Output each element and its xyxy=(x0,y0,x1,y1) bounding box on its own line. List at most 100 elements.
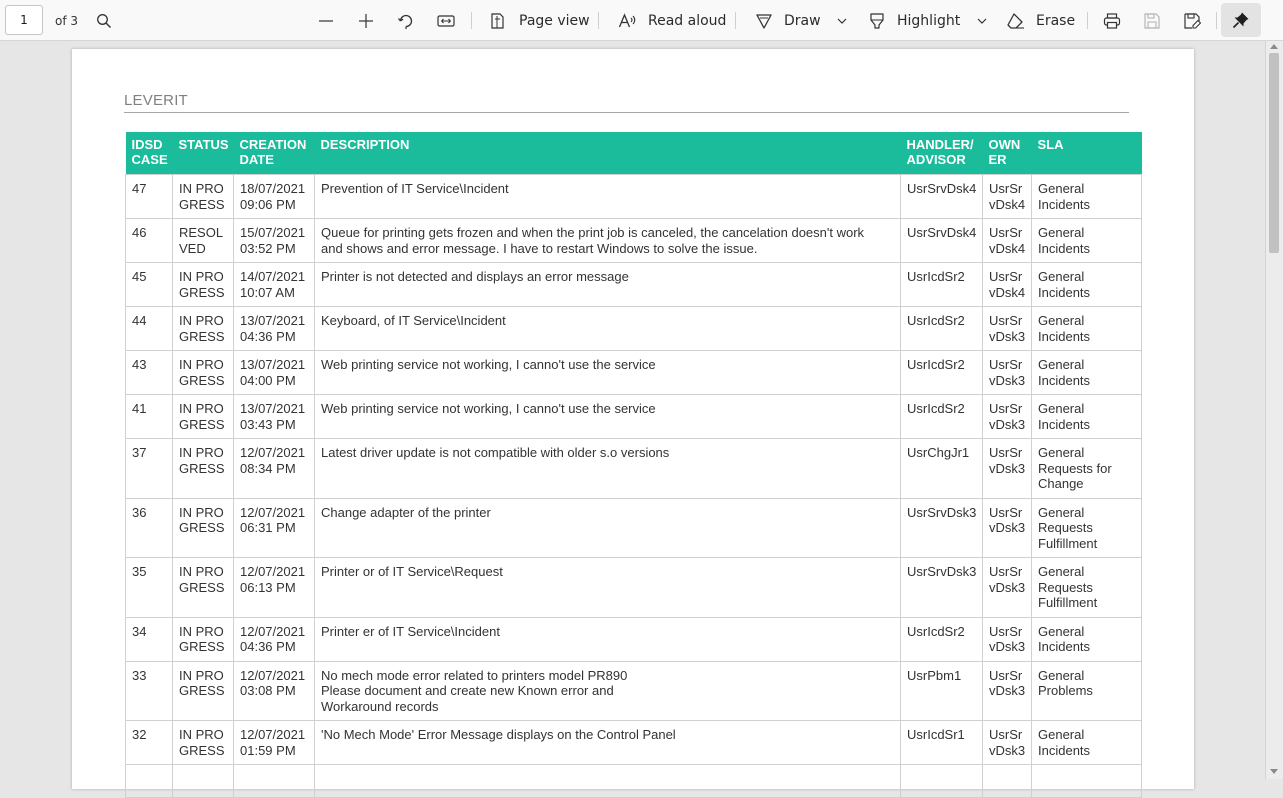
draw-icon xyxy=(754,11,774,31)
cell-owner: UsrSr vDsk3 xyxy=(982,306,1032,351)
column-header-status: STATUS xyxy=(172,132,234,175)
cell-description: Queue for printing gets frozen and when … xyxy=(314,218,901,263)
save-button[interactable] xyxy=(1142,0,1162,41)
erase-button[interactable]: Erase xyxy=(1006,0,1075,41)
table-row: 45 IN PRO GRESS 14/07/2021 10:07 AM Printer… xyxy=(125,262,1142,307)
table-row: 35 IN PRO GRESS 12/07/2021 06:13 PM Printer… xyxy=(125,557,1142,618)
save-as-button[interactable] xyxy=(1182,0,1202,41)
scroll-thumb[interactable] xyxy=(1269,53,1279,253)
pin-icon xyxy=(1231,10,1251,30)
pdf-page: LEVERIT IDSD CASE STATUS CREATION DATE D… xyxy=(72,49,1194,798)
cell-handler: UsrIcdSr2 xyxy=(900,350,983,395)
zoom-in-button[interactable] xyxy=(356,0,376,41)
cell-description xyxy=(314,764,901,798)
cell-sla: General Incidents xyxy=(1031,350,1142,395)
cell-creation-date: 12/07/2021 06:31 PM xyxy=(233,497,315,558)
cell-status: IN PRO GRESS xyxy=(172,306,234,351)
cell-handler: UsrSrvDsk4 xyxy=(900,218,983,263)
zoom-out-button[interactable] xyxy=(316,0,336,41)
cell-owner: UsrSr vDsk3 xyxy=(982,557,1032,618)
cell-handler: UsrIcdSr2 xyxy=(900,306,983,351)
cell-sla: General Incidents xyxy=(1031,394,1142,439)
highlight-options-dropdown[interactable] xyxy=(972,0,992,41)
cell-status: IN PRO GRESS xyxy=(172,350,234,395)
fit-width-icon xyxy=(436,11,456,31)
table-row: 36 IN PRO GRESS 12/07/2021 06:31 PM Change … xyxy=(125,497,1142,558)
rotate-button[interactable] xyxy=(396,0,416,41)
cell-sla: General Incidents xyxy=(1031,306,1142,351)
rotate-icon xyxy=(396,11,416,31)
cell-handler: UsrIcdSr2 xyxy=(900,262,983,307)
cell-creation-date: 12/07/2021 04:36 PM xyxy=(233,616,315,662)
cell-owner: UsrSr vDsk4 xyxy=(982,174,1032,219)
read-aloud-label: Read aloud xyxy=(648,12,727,29)
highlight-button[interactable]: Highlight xyxy=(867,0,960,41)
page-number-input[interactable] xyxy=(5,5,43,35)
draw-button[interactable]: Draw xyxy=(754,0,821,41)
fit-width-button[interactable] xyxy=(436,0,456,41)
cell-description: Latest driver update is not compatible w… xyxy=(314,438,901,499)
cell-description: 'No Mech Mode' Error Message displays on… xyxy=(314,720,901,765)
cell-owner: UsrSr vDsk3 xyxy=(982,438,1032,499)
cell-case xyxy=(125,764,173,798)
cell-sla: General Problems xyxy=(1031,660,1142,721)
draw-label: Draw xyxy=(784,12,821,29)
cell-case: 46 xyxy=(125,218,173,263)
cell-handler: UsrSrvDsk4 xyxy=(900,174,983,219)
pin-toolbar-button[interactable] xyxy=(1221,3,1261,37)
cell-creation-date: 12/07/2021 08:34 PM xyxy=(233,438,315,499)
cell-case: 47 xyxy=(125,174,173,219)
toolbar-separator xyxy=(1087,12,1088,29)
cell-description: Web printing service not working, I cann… xyxy=(314,394,901,439)
cell-description: Printer er of IT Service\Incident xyxy=(314,616,901,662)
search-icon xyxy=(94,11,114,31)
table-row: 37 IN PRO GRESS 12/07/2021 08:34 PM Latest … xyxy=(125,438,1142,499)
page-view-button[interactable]: Page view xyxy=(489,0,590,41)
cell-description: Change adapter of the printer xyxy=(314,497,901,558)
table-row: 43 IN PRO GRESS 13/07/2021 04:00 PM Web pri… xyxy=(125,350,1142,395)
tickets-table: IDSD CASE STATUS CREATION DATE DESCRIPTI… xyxy=(125,132,1142,798)
cell-description: Keyboard, of IT Service\Incident xyxy=(314,306,901,351)
scroll-down-arrow[interactable] xyxy=(1270,769,1278,774)
highlight-icon xyxy=(867,11,887,31)
cell-status: IN PRO GRESS xyxy=(172,497,234,558)
cell-case: 37 xyxy=(125,438,173,499)
print-button[interactable] xyxy=(1102,0,1122,41)
draw-options-dropdown[interactable] xyxy=(832,0,852,41)
cell-handler: UsrIcdSr2 xyxy=(900,616,983,662)
cell-case: 43 xyxy=(125,350,173,395)
toolbar-separator xyxy=(471,12,472,29)
column-header-handler: HANDLER/ ADVISOR xyxy=(900,132,983,175)
toolbar-separator xyxy=(1216,12,1217,29)
cell-owner: UsrSr vDsk3 xyxy=(982,660,1032,721)
cell-handler: UsrPbm1 xyxy=(900,660,983,721)
scroll-up-arrow[interactable] xyxy=(1270,44,1278,49)
cell-creation-date: 14/07/2021 10:07 AM xyxy=(233,262,315,307)
vertical-scrollbar[interactable] xyxy=(1265,41,1283,779)
tickets-table-body: 47 IN PRO GRESS 18/07/2021 09:06 PM Prevent… xyxy=(125,174,1142,798)
table-row: 32 IN PRO GRESS 12/07/2021 01:59 PM 'No Mec… xyxy=(125,720,1142,765)
page-count-text: of 3 xyxy=(55,13,79,28)
cell-sla: General Incidents xyxy=(1031,262,1142,307)
search-button[interactable] xyxy=(94,0,114,41)
cell-status: IN PRO GRESS xyxy=(172,557,234,618)
cell-status: IN PRO GRESS xyxy=(172,720,234,765)
cell-description: Web printing service not working, I cann… xyxy=(314,350,901,395)
table-row: 47 IN PRO GRESS 18/07/2021 09:06 PM Prevent… xyxy=(125,174,1142,219)
cell-sla: General Incidents xyxy=(1031,720,1142,765)
cell-description: Prevention of IT Service\Incident xyxy=(314,174,901,219)
zoom-out-icon xyxy=(316,11,336,31)
cell-owner: UsrSr vDsk3 xyxy=(982,350,1032,395)
read-aloud-button[interactable]: Read aloud xyxy=(618,0,726,41)
cell-case: 41 xyxy=(125,394,173,439)
cell-case: 44 xyxy=(125,306,173,351)
cell-status: IN PRO GRESS xyxy=(172,616,234,662)
cell-creation-date xyxy=(233,764,315,798)
cell-creation-date: 13/07/2021 04:36 PM xyxy=(233,306,315,351)
table-row: 46 RESOL VED 15/07/2021 03:52 PM Queue for … xyxy=(125,218,1142,263)
cell-handler: UsrSrvDsk3 xyxy=(900,557,983,618)
column-header-owner: OWN ER xyxy=(982,132,1032,175)
erase-label: Erase xyxy=(1036,12,1076,29)
cell-status xyxy=(172,764,234,798)
table-row: 34 IN PRO GRESS 12/07/2021 04:36 PM Printer… xyxy=(125,616,1142,662)
